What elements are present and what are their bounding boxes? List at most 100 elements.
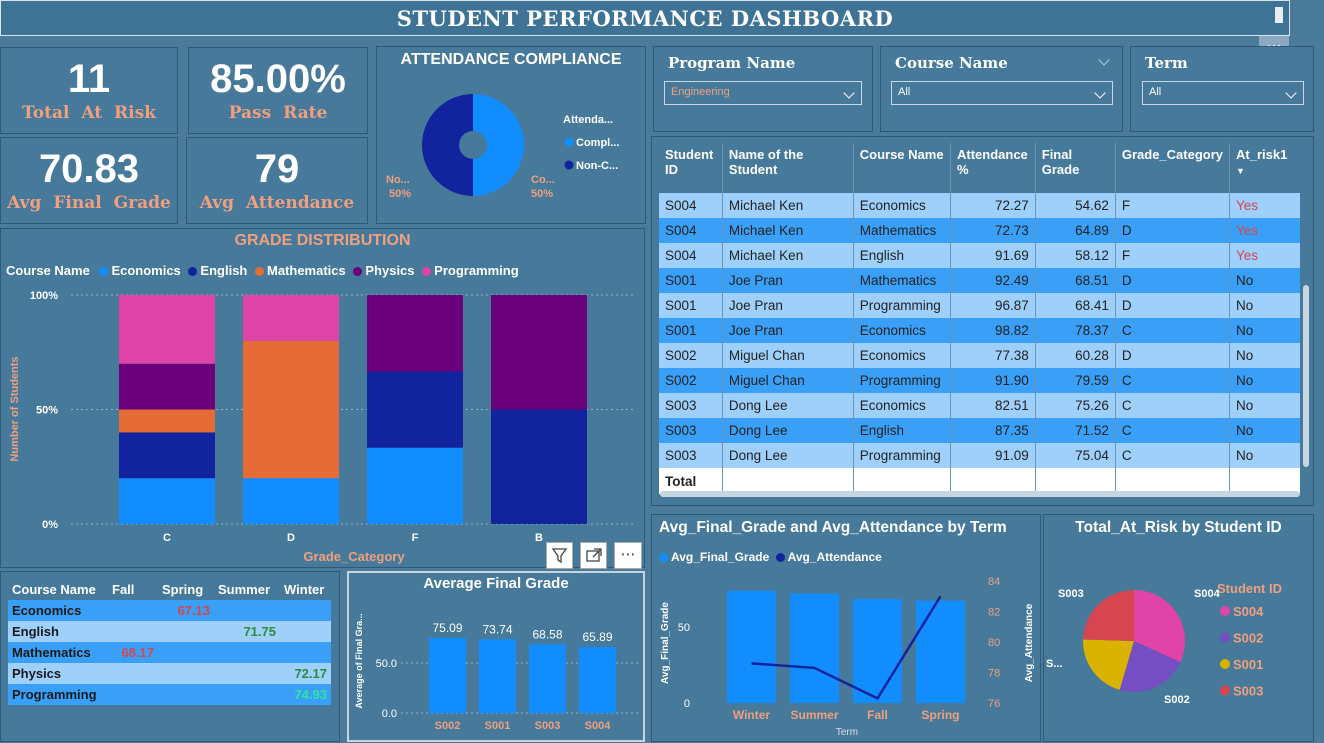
table-cell: No bbox=[1236, 373, 1254, 388]
table-row[interactable]: S001 Joe Pran Programming 96.87 68.41 D No bbox=[659, 293, 1300, 318]
table-cell: Mathematics bbox=[853, 218, 951, 243]
bar-segment bbox=[119, 295, 215, 364]
attendance-line bbox=[751, 595, 942, 701]
pie-legend-item: S001 bbox=[1233, 657, 1263, 672]
col-header[interactable]: Name of the Student bbox=[722, 143, 854, 193]
y-tick-label: 0.0 bbox=[382, 708, 397, 720]
chevron-down-icon[interactable] bbox=[1098, 54, 1110, 66]
table-cell: Joe Pran bbox=[722, 318, 854, 343]
matrix-row[interactable]: Mathematics 68.17 bbox=[8, 642, 331, 663]
scroll-handle[interactable] bbox=[1275, 7, 1283, 23]
matrix-row[interactable]: Physics 72.17 bbox=[8, 663, 331, 684]
legend-dot bbox=[1220, 685, 1230, 696]
matrix-cell bbox=[280, 621, 331, 642]
table-row[interactable]: S002 Miguel Chan Economics 77.38 60.28 D No bbox=[659, 343, 1300, 368]
table-cell: Programming bbox=[853, 368, 951, 393]
table-cell: 72.27 bbox=[950, 193, 1036, 218]
matrix-row[interactable]: Economics 67.13 bbox=[8, 600, 331, 621]
x-tick-label: S001 bbox=[485, 720, 511, 732]
matrix-row[interactable]: Programming 74.93 bbox=[8, 684, 331, 705]
table-body: S004 Michael Ken Economics 72.27 54.62 F Yes S0… bbox=[659, 193, 1300, 468]
horizontal-scrollbar[interactable] bbox=[660, 491, 1300, 497]
focus-mode-icon[interactable] bbox=[580, 542, 607, 569]
matrix-header[interactable]: Spring bbox=[158, 578, 214, 600]
table-cell: 98.82 bbox=[950, 318, 1036, 343]
stacked-bar-chart: Number of Students Grade_Category 0% 50% 1… bbox=[9, 290, 633, 564]
pie-legend-item: S003 bbox=[1233, 684, 1263, 699]
table-row[interactable]: S003 Dong Lee English 87.35 71.52 C No bbox=[659, 418, 1300, 443]
y-tick-label: 0% bbox=[42, 519, 58, 531]
table-cell: English bbox=[853, 243, 951, 268]
course-term-matrix: Course Name Fall Spring Summer Winter Ec… bbox=[8, 578, 331, 705]
slicer-course-name: Course Name All bbox=[880, 46, 1123, 132]
matrix-header[interactable]: Winter bbox=[280, 578, 331, 600]
pie-legend-item: S002 bbox=[1233, 631, 1263, 646]
table-cell: 58.12 bbox=[1035, 243, 1116, 268]
table-row[interactable]: S001 Joe Pran Economics 98.82 78.37 C No bbox=[659, 318, 1300, 343]
table-cell: 71.52 bbox=[1035, 418, 1116, 443]
x-axis-label: Term bbox=[836, 727, 858, 738]
course-dropdown[interactable]: All bbox=[891, 81, 1113, 105]
matrix-header[interactable]: Summer bbox=[214, 578, 280, 600]
legend-dot bbox=[1220, 606, 1230, 616]
col-header[interactable]: Attendance % bbox=[950, 143, 1036, 193]
table-cell: 82.51 bbox=[950, 393, 1036, 418]
table-row[interactable]: S004 Michael Ken English 91.69 58.12 F Yes bbox=[659, 243, 1300, 268]
table-cell: 78.37 bbox=[1035, 318, 1116, 343]
filter-icon[interactable] bbox=[546, 542, 573, 569]
sort-desc-icon[interactable]: ▼ bbox=[1236, 166, 1245, 176]
table-cell: Dong Lee bbox=[722, 393, 854, 418]
slicer-term: Term All bbox=[1130, 46, 1314, 132]
kpi-label: Avg Attendance bbox=[199, 192, 355, 213]
y-tick-label: 0 bbox=[684, 698, 690, 710]
table-row[interactable]: S003 Dong Lee Programming 91.09 75.04 C No bbox=[659, 443, 1300, 468]
table-cell: S004 bbox=[659, 193, 723, 218]
col-header[interactable]: Student ID bbox=[659, 143, 723, 193]
col-header[interactable]: Course Name bbox=[853, 143, 951, 193]
table-row[interactable]: S002 Miguel Chan Programming 91.90 79.59 C No bbox=[659, 368, 1300, 393]
table-cell: English bbox=[853, 418, 951, 443]
dashboard-title-bar: STUDENT PERFORMANCE DASHBOARD bbox=[0, 0, 1290, 36]
table-row[interactable]: S003 Dong Lee Economics 82.51 75.26 C No bbox=[659, 393, 1300, 418]
matrix-cell: 67.13 bbox=[177, 603, 210, 618]
col-header[interactable]: At_risk1 ▼ bbox=[1230, 143, 1300, 193]
matrix-row[interactable]: English 71.75 bbox=[8, 621, 331, 642]
table-row[interactable]: S004 Michael Ken Economics 72.27 54.62 F Yes bbox=[659, 193, 1300, 218]
matrix-cell: Economics bbox=[12, 603, 82, 618]
matrix-cell bbox=[214, 684, 280, 705]
table-row[interactable]: S004 Michael Ken Mathematics 72.73 64.89 D Yes bbox=[659, 218, 1300, 243]
matrix-header[interactable]: Fall bbox=[108, 578, 158, 600]
legend-dot bbox=[1220, 659, 1230, 669]
table-cell: 75.26 bbox=[1035, 393, 1116, 418]
table-cell: 92.49 bbox=[950, 268, 1036, 293]
more-options-icon[interactable]: ⋯ bbox=[614, 542, 642, 569]
bar bbox=[579, 647, 616, 713]
bar-segment bbox=[243, 340, 339, 479]
table-cell: C bbox=[1115, 368, 1231, 393]
table-cell: 75.04 bbox=[1035, 443, 1116, 468]
y2-tick-label: 78 bbox=[988, 668, 1000, 680]
table-cell: F bbox=[1115, 243, 1231, 268]
col-header[interactable]: Final Grade bbox=[1035, 143, 1116, 193]
table-cell: Programming bbox=[853, 443, 951, 468]
x-tick-label: Summer bbox=[790, 708, 838, 722]
bar bbox=[429, 637, 466, 713]
matrix-cell bbox=[108, 600, 158, 621]
table-cell: 68.51 bbox=[1035, 268, 1116, 293]
program-dropdown[interactable]: Engineering bbox=[664, 81, 862, 105]
table-cell: 87.35 bbox=[950, 418, 1036, 443]
matrix-cell bbox=[108, 684, 158, 705]
table-cell: S001 bbox=[659, 293, 723, 318]
table-cell: C bbox=[1115, 443, 1231, 468]
x-tick-label: B bbox=[535, 532, 543, 544]
col-header[interactable]: Grade_Category bbox=[1115, 143, 1231, 193]
legend-dot bbox=[564, 137, 574, 147]
table-cell: S001 bbox=[659, 268, 723, 293]
matrix-header[interactable]: Course Name bbox=[8, 578, 108, 600]
table-cell: Dong Lee bbox=[722, 443, 854, 468]
pie-label: S002 bbox=[1164, 694, 1190, 706]
table-row[interactable]: S001 Joe Pran Mathematics 92.49 68.51 D No bbox=[659, 268, 1300, 293]
vertical-scrollbar[interactable] bbox=[1303, 285, 1309, 467]
term-dropdown[interactable]: All bbox=[1142, 81, 1304, 105]
table-cell: 91.90 bbox=[950, 368, 1036, 393]
